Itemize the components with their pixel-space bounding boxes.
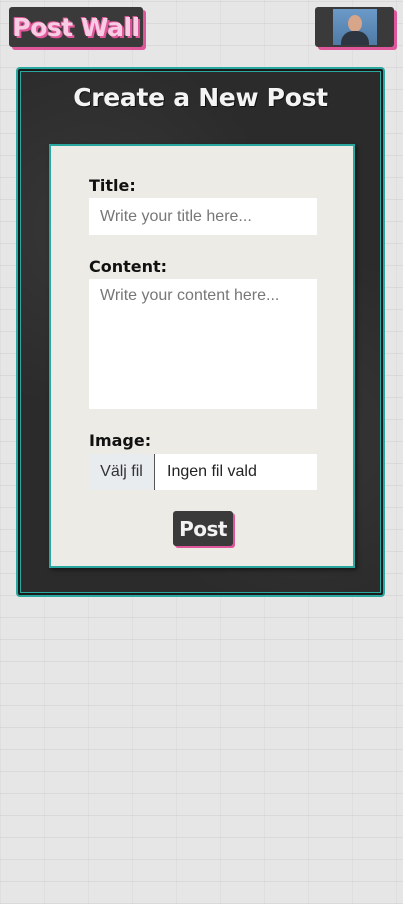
image-label: Image: [89, 431, 152, 450]
create-post-panel: Create a New Post Title: Content: Image:… [18, 69, 383, 595]
page-title: Create a New Post [73, 83, 328, 112]
profile-button[interactable] [315, 7, 394, 47]
content-label: Content: [89, 257, 168, 276]
logo-home-link[interactable]: Post Wall [9, 7, 143, 47]
site-logo-text: Post Wall [12, 12, 140, 42]
title-label: Title: [89, 176, 136, 195]
title-input[interactable] [89, 198, 317, 235]
post-submit-button[interactable]: Post [173, 511, 233, 546]
avatar-head-shape [347, 15, 362, 32]
choose-file-button[interactable]: Välj fil [89, 454, 155, 490]
avatar-body-shape [340, 31, 369, 45]
create-post-form: Title: Content: Image: Välj fil Ingen fi… [49, 144, 355, 568]
user-avatar [332, 9, 377, 45]
content-textarea[interactable] [89, 279, 317, 409]
file-status-text: Ingen fil vald [167, 463, 257, 480]
image-file-input[interactable]: Välj fil Ingen fil vald [89, 454, 317, 490]
